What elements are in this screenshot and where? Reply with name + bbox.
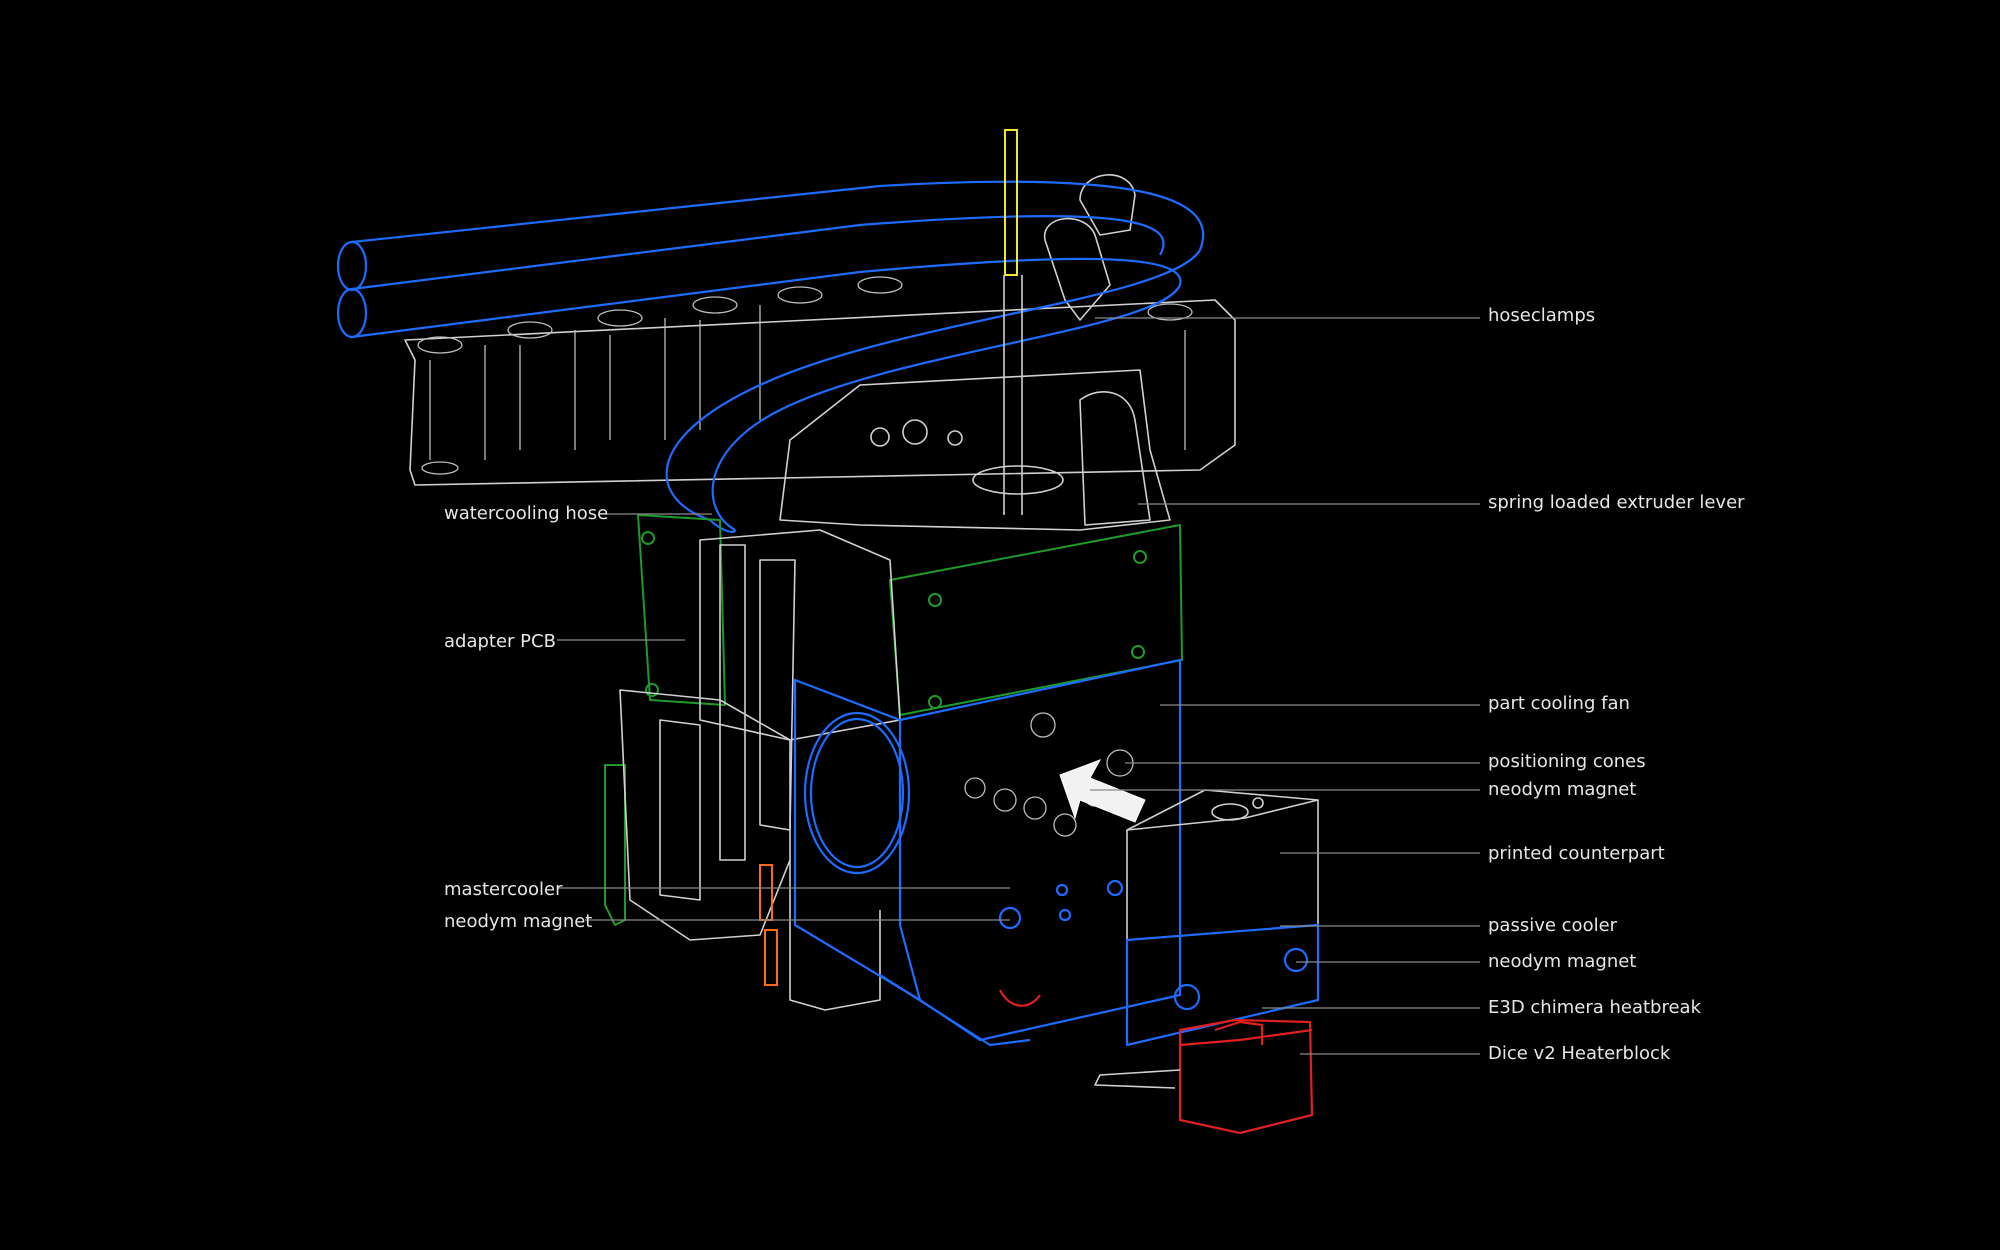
label-neodym-magnet-left: neodym magnet (444, 911, 592, 932)
label-adapter-pcb: adapter PCB (444, 631, 556, 652)
label-positioning-cones: positioning cones (1488, 751, 1646, 772)
label-neodym-magnet-right-2: neodym magnet (1488, 951, 1636, 972)
label-mastercooler: mastercooler (444, 879, 563, 900)
label-spring-loaded-extruder-lever: spring loaded extruder lever (1488, 492, 1745, 513)
label-printed-counterpart: printed counterpart (1488, 843, 1665, 864)
label-watercooling-hose: watercooling hose (444, 503, 608, 524)
label-e3d-chimera-heatbreak: E3D chimera heatbreak (1488, 997, 1702, 1018)
extruder-diagram: watercooling hose adapter PCB mastercool… (0, 0, 2000, 1250)
label-dice-v2-heaterblock: Dice v2 Heaterblock (1488, 1043, 1671, 1064)
label-part-cooling-fan: part cooling fan (1488, 693, 1630, 714)
background (0, 0, 2000, 1250)
label-neodym-magnet-right-1: neodym magnet (1488, 779, 1636, 800)
label-passive-cooler: passive cooler (1488, 915, 1618, 936)
label-hoseclamps: hoseclamps (1488, 305, 1595, 326)
